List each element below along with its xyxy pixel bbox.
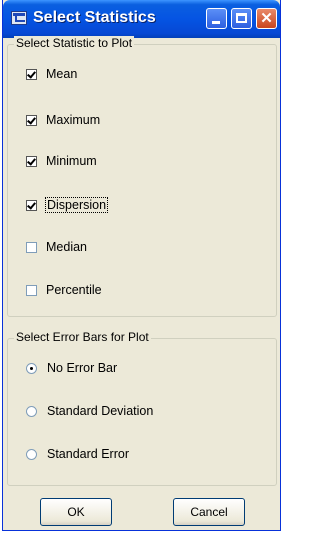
radio-standard-deviation[interactable]: Standard Deviation bbox=[26, 402, 153, 420]
maximize-icon bbox=[236, 13, 247, 23]
checkbox-percentile-label: Percentile bbox=[46, 283, 102, 297]
radio-no-error-bar[interactable]: No Error Bar bbox=[26, 359, 117, 377]
checkbox-median[interactable]: Median bbox=[26, 238, 87, 256]
checkbox-mean-label: Mean bbox=[46, 67, 78, 81]
radio-no-error-bar-label: No Error Bar bbox=[47, 361, 118, 375]
select-statistics-dialog: Select Statistics ✕ Select Statistic to … bbox=[2, 0, 281, 531]
checkbox-minimum-label: Minimum bbox=[46, 154, 97, 168]
error-bars-groupbox: Select Error Bars for Plot No Error Bar … bbox=[7, 330, 277, 486]
statistic-group-legend: Select Statistic to Plot bbox=[14, 36, 135, 50]
ok-button[interactable]: OK bbox=[40, 498, 112, 526]
checkbox-percentile[interactable]: Percentile bbox=[26, 281, 102, 299]
radio-no-error-bar-dot[interactable] bbox=[26, 362, 37, 374]
checkbox-percentile-box[interactable] bbox=[26, 284, 37, 296]
cancel-button[interactable]: Cancel bbox=[173, 498, 245, 526]
checkbox-dispersion-label: Dispersion bbox=[44, 197, 109, 213]
checkbox-dispersion[interactable]: Dispersion bbox=[26, 196, 109, 214]
window-title: Select Statistics bbox=[33, 9, 156, 26]
title-bar[interactable]: Select Statistics ✕ bbox=[3, 0, 280, 38]
minimize-icon bbox=[212, 21, 220, 24]
checkbox-median-box[interactable] bbox=[26, 241, 37, 253]
maximize-button[interactable] bbox=[231, 8, 252, 29]
radio-standard-error[interactable]: Standard Error bbox=[26, 445, 129, 463]
checkbox-mean[interactable]: Mean bbox=[26, 65, 77, 83]
error-bars-group-legend: Select Error Bars for Plot bbox=[14, 330, 151, 344]
checkbox-maximum[interactable]: Maximum bbox=[26, 111, 100, 129]
checkbox-minimum-box[interactable] bbox=[26, 155, 37, 167]
radio-standard-deviation-label: Standard Deviation bbox=[47, 404, 154, 418]
window-app-icon bbox=[11, 11, 27, 25]
close-icon: ✕ bbox=[260, 10, 273, 27]
radio-standard-deviation-dot[interactable] bbox=[26, 405, 37, 417]
checkbox-maximum-label: Maximum bbox=[46, 113, 101, 127]
radio-standard-error-dot[interactable] bbox=[26, 448, 37, 460]
radio-standard-error-label: Standard Error bbox=[47, 447, 129, 461]
close-button[interactable]: ✕ bbox=[256, 8, 277, 29]
statistic-groupbox: Select Statistic to Plot Mean Maximum Mi… bbox=[7, 36, 277, 317]
minimize-button[interactable] bbox=[206, 8, 227, 29]
checkbox-maximum-box[interactable] bbox=[26, 114, 37, 126]
checkbox-mean-box[interactable] bbox=[26, 68, 37, 80]
checkbox-minimum[interactable]: Minimum bbox=[26, 152, 97, 170]
checkbox-median-label: Median bbox=[46, 240, 87, 254]
checkbox-dispersion-box[interactable] bbox=[26, 199, 37, 211]
